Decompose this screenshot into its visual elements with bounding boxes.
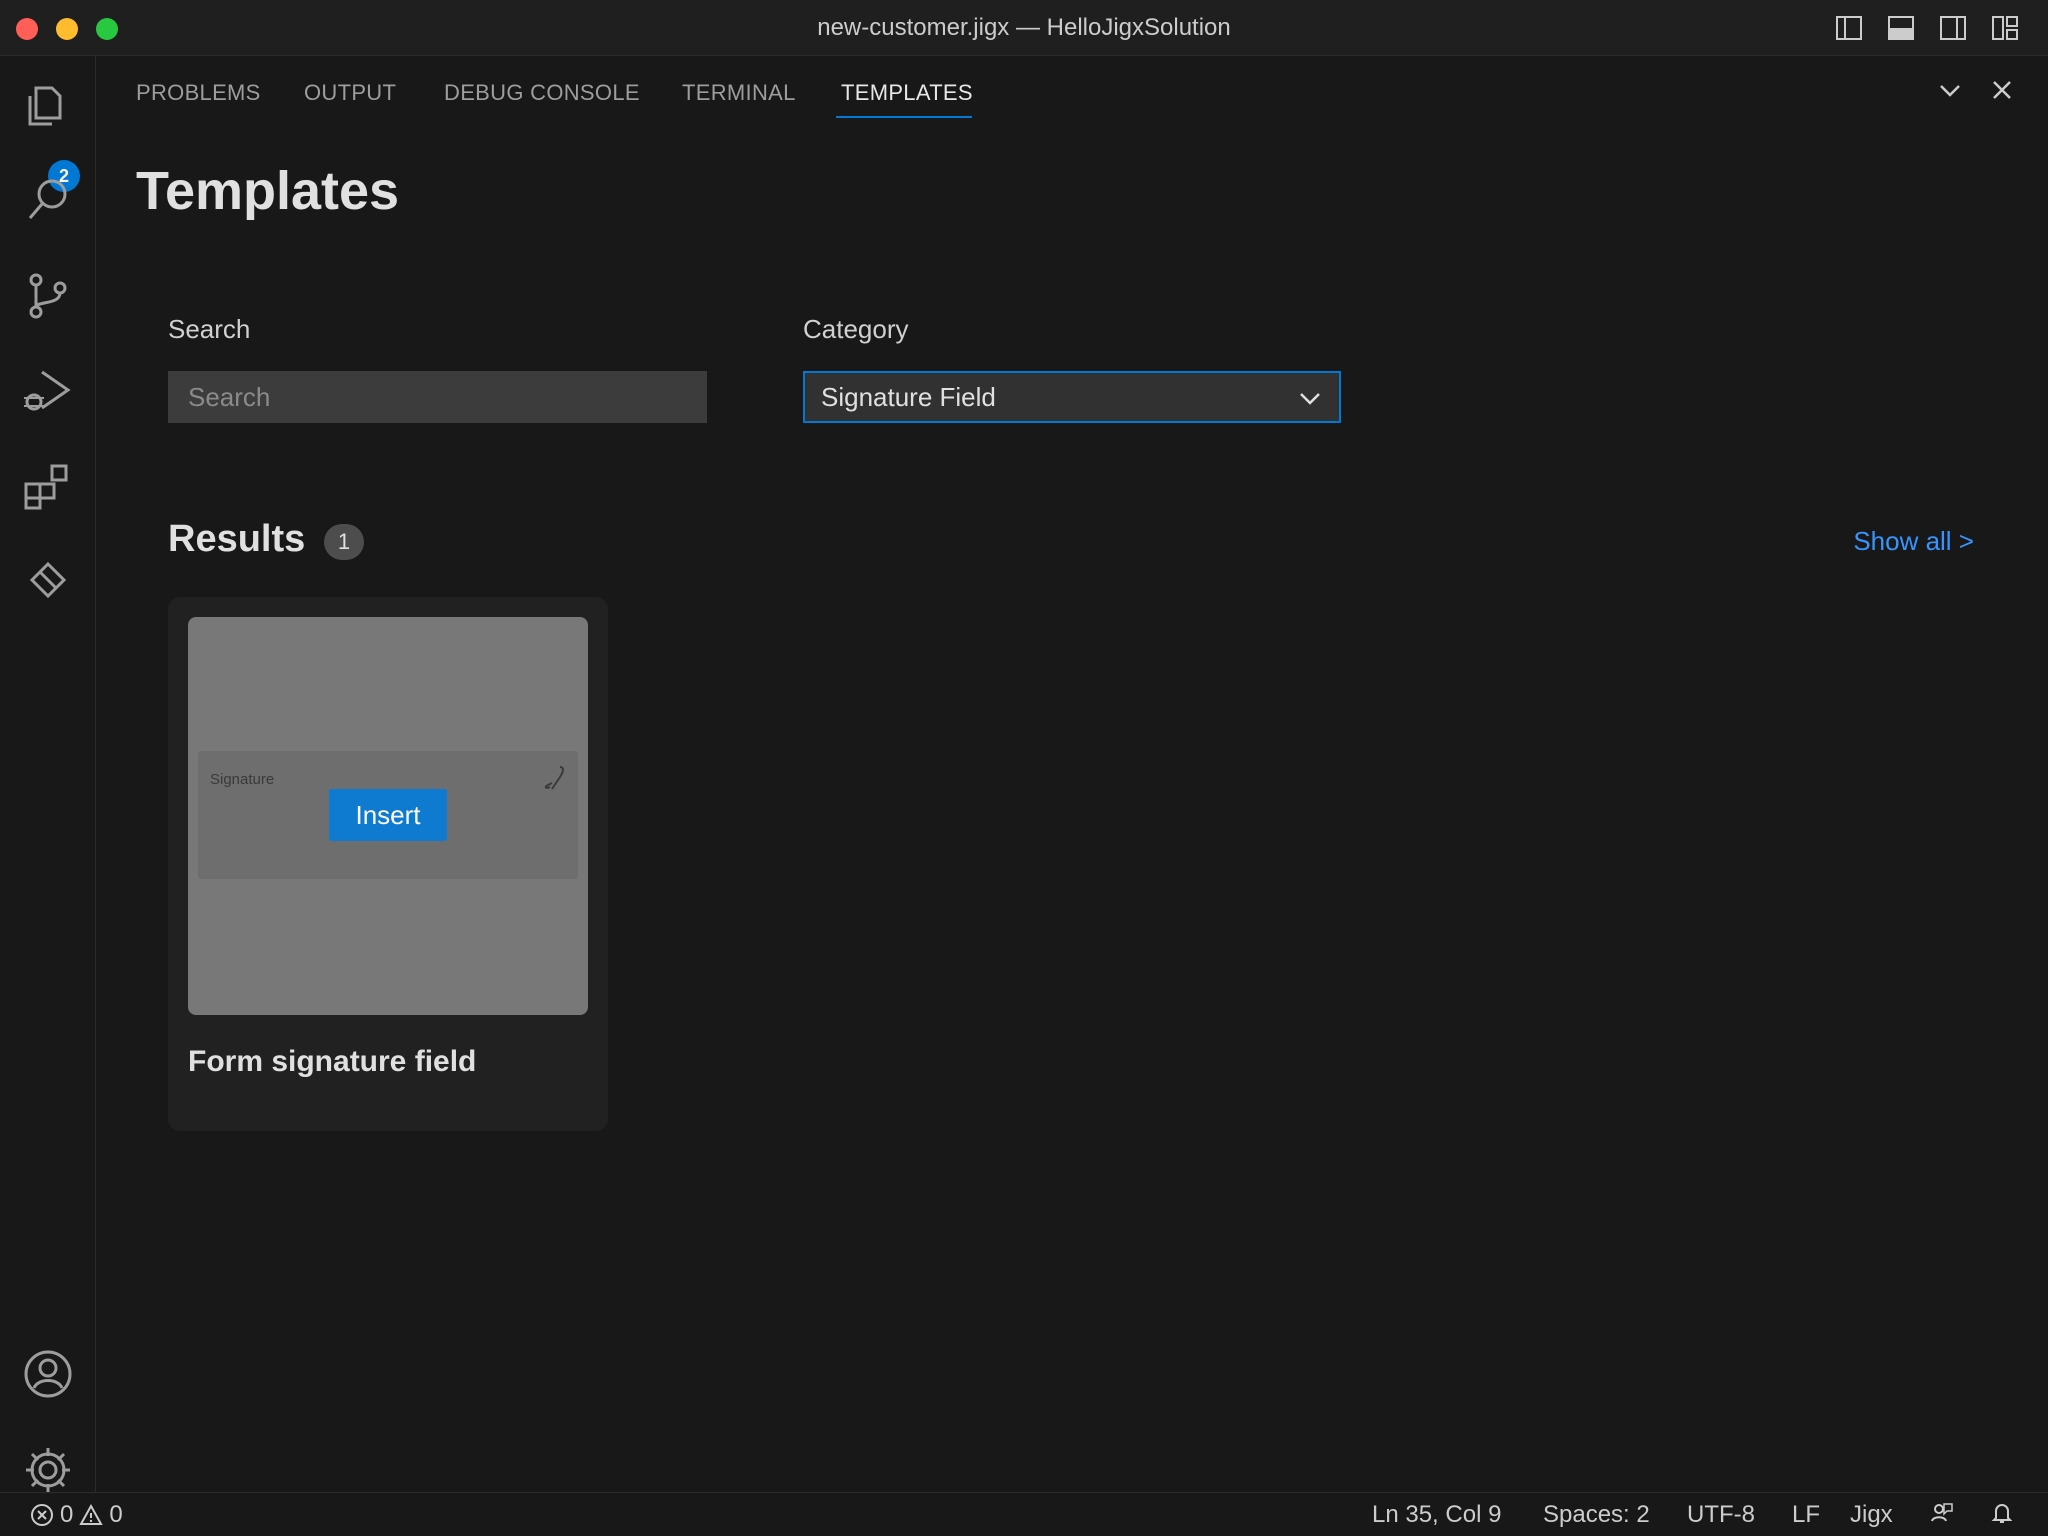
search-input[interactable]	[168, 371, 707, 423]
category-selected-value: Signature Field	[821, 381, 996, 412]
template-card-title: Form signature field	[188, 1045, 477, 1078]
show-all-link[interactable]: Show all >	[1853, 526, 1974, 557]
cursor-position[interactable]: Ln 35, Col 9	[1372, 1501, 1501, 1529]
indentation-status[interactable]: Spaces: 2	[1543, 1501, 1650, 1529]
accounts-icon[interactable]	[20, 1346, 76, 1402]
error-icon	[31, 1504, 53, 1526]
source-control-icon[interactable]	[20, 268, 76, 324]
page-title: Templates	[136, 161, 400, 221]
encoding-status[interactable]: UTF-8	[1687, 1501, 1755, 1529]
insert-button[interactable]: Insert	[329, 789, 447, 841]
signature-preview-label: Signature	[210, 771, 275, 788]
notifications-bell-icon[interactable]	[1990, 1501, 2014, 1525]
jigx-icon[interactable]	[20, 552, 76, 608]
error-count: 0	[60, 1501, 74, 1528]
category-select[interactable]: Signature Field	[803, 371, 1341, 423]
extensions-icon[interactable]	[20, 458, 76, 514]
language-mode-status[interactable]: Jigx	[1850, 1501, 1893, 1529]
problems-status[interactable]: 0 0	[30, 1501, 123, 1529]
template-card[interactable]: Signature Insert Form signature field	[168, 597, 608, 1131]
eol-status[interactable]: LF	[1792, 1501, 1820, 1529]
activity-bar: 2	[0, 56, 96, 1492]
tab-output[interactable]: OUTPUT	[304, 80, 396, 106]
explorer-icon[interactable]	[20, 78, 76, 134]
toggle-primary-sidebar-icon[interactable]	[1834, 14, 1864, 42]
warning-icon	[79, 1503, 104, 1525]
toggle-secondary-sidebar-icon[interactable]	[1938, 14, 1968, 42]
feedback-icon[interactable]	[1930, 1501, 1954, 1525]
warning-count: 0	[109, 1501, 123, 1528]
tab-problems[interactable]: PROBLEMS	[136, 80, 261, 106]
results-heading: Results	[168, 518, 306, 560]
toggle-panel-icon[interactable]	[1886, 14, 1916, 42]
category-label: Category	[803, 314, 909, 344]
chevron-down-icon	[1300, 393, 1320, 405]
tab-debug-console[interactable]: DEBUG CONSOLE	[444, 80, 640, 106]
close-panel-icon[interactable]	[1988, 76, 2016, 104]
search-label: Search	[168, 314, 251, 344]
active-tab-indicator	[836, 116, 972, 118]
status-bar: 0 0 Ln 35, Col 9 Spaces: 2 UTF-8 LF Jigx	[0, 1492, 2048, 1536]
window-title: new-customer.jigx — HelloJigxSolution	[817, 14, 1231, 41]
template-preview: Signature Insert	[188, 617, 588, 1015]
results-count-badge: 1	[324, 524, 364, 560]
panel-tab-bar: PROBLEMS OUTPUT DEBUG CONSOLE TERMINAL T…	[96, 56, 2048, 126]
tab-terminal[interactable]: TERMINAL	[682, 80, 796, 106]
signature-pen-icon	[544, 766, 564, 790]
customize-layout-icon[interactable]	[1990, 14, 2020, 42]
run-debug-icon[interactable]	[20, 362, 76, 418]
title-bar: new-customer.jigx — HelloJigxSolution	[0, 0, 2048, 56]
chevron-down-icon[interactable]	[1936, 76, 1964, 104]
settings-gear-icon[interactable]	[20, 1442, 76, 1498]
search-icon[interactable]	[20, 172, 76, 228]
tab-templates[interactable]: TEMPLATES	[841, 80, 973, 106]
